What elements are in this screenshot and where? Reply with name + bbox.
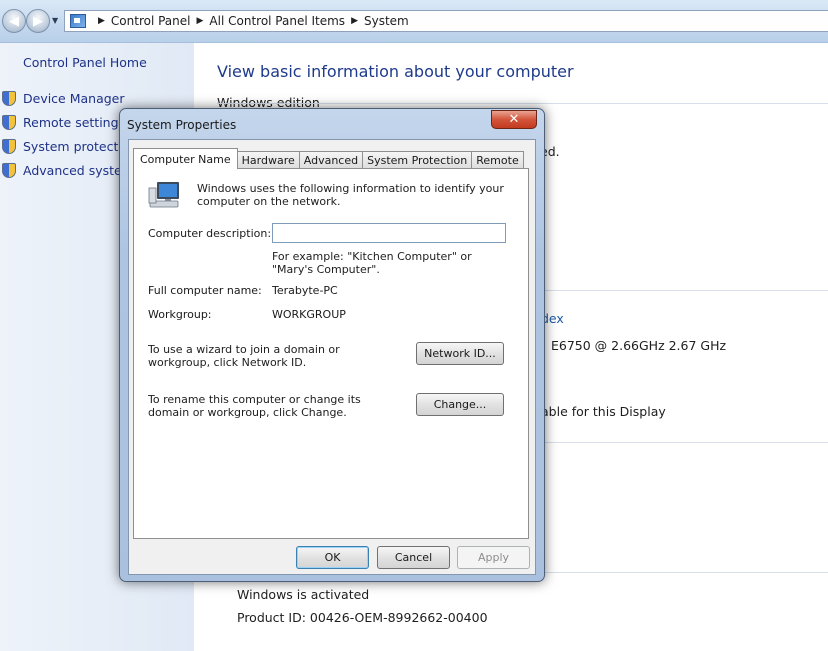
breadcrumb-separator-icon[interactable]: ▶ (98, 16, 105, 26)
full-computer-name-value: Terabyte-PC (272, 284, 338, 297)
full-computer-name-label: Full computer name: (148, 284, 262, 297)
tab-strip: Computer Name Hardware Advanced System P… (133, 148, 524, 169)
intro-text: Windows uses the following information t… (197, 182, 504, 208)
breadcrumb-system[interactable]: System (364, 14, 409, 28)
back-button[interactable]: ◀ (2, 9, 26, 33)
rename-text: To rename this computer or change its do… (148, 393, 361, 419)
network-id-text: To use a wizard to join a domain or work… (148, 343, 340, 369)
breadcrumb-control-panel[interactable]: Control Panel (111, 14, 191, 28)
nav-item-label: Advanced system (23, 163, 134, 178)
change-button[interactable]: Change... (416, 393, 504, 416)
dialog-title: System Properties (127, 118, 237, 132)
pen-touch-value: able for this Display (541, 404, 666, 419)
computer-name-panel: Windows uses the following information t… (133, 168, 529, 539)
forward-button[interactable]: ▶ (26, 9, 50, 33)
control-panel-home-link[interactable]: Control Panel Home (23, 55, 147, 70)
workgroup-value: WORKGROUP (272, 308, 346, 321)
dialog-client-area: Computer Name Hardware Advanced System P… (128, 139, 536, 575)
breadcrumb-separator-icon[interactable]: ▶ (351, 16, 358, 26)
recent-pages-dropdown-icon[interactable]: ▼ (52, 16, 58, 25)
breadcrumb-all-items[interactable]: All Control Panel Items (209, 14, 345, 28)
tab-advanced[interactable]: Advanced (298, 151, 364, 169)
divider (217, 103, 828, 104)
uac-shield-icon (2, 115, 16, 130)
close-icon: ✕ (508, 112, 520, 127)
nav-advanced-system[interactable]: Advanced system (0, 163, 134, 178)
nav-system-protection[interactable]: System protection (0, 139, 137, 154)
address-bar: ◀ ▶ ▼ ▶ Control Panel ▶ All Control Pane… (0, 0, 828, 43)
cancel-button[interactable]: Cancel (377, 546, 450, 569)
network-id-button[interactable]: Network ID... (416, 342, 504, 365)
computer-network-icon (148, 182, 179, 208)
breadcrumb-separator-icon[interactable]: ▶ (197, 16, 204, 26)
uac-shield-icon (2, 91, 16, 106)
description-example: For example: "Kitchen Computer" or "Mary… (272, 250, 472, 276)
product-id: Product ID: 00426-OEM-8992662-00400 (237, 610, 488, 625)
computer-description-input[interactable] (272, 223, 506, 243)
processor-value: E6750 @ 2.66GHz 2.67 GHz (551, 338, 727, 353)
back-arrow-icon: ◀ (9, 13, 19, 29)
tab-hardware[interactable]: Hardware (236, 151, 300, 169)
activation-status: Windows is activated (237, 587, 370, 602)
apply-button[interactable]: Apply (457, 546, 530, 569)
forward-arrow-icon: ▶ (33, 13, 43, 29)
tab-system-protection[interactable]: System Protection (362, 151, 473, 169)
nav-device-manager[interactable]: Device Manager (0, 91, 125, 106)
tab-remote[interactable]: Remote (471, 151, 524, 169)
control-panel-icon (70, 14, 86, 28)
ok-button[interactable]: OK (296, 546, 369, 569)
computer-description-label: Computer description: (148, 227, 272, 240)
workgroup-label: Workgroup: (148, 308, 212, 321)
system-properties-dialog: System Properties ✕ Computer Name Hardwa… (119, 108, 545, 582)
nav-item-label: Remote settings (23, 115, 126, 130)
nav-item-label: Device Manager (23, 91, 125, 106)
close-button[interactable]: ✕ (491, 110, 537, 129)
breadcrumb[interactable]: ▶ Control Panel ▶ All Control Panel Item… (64, 10, 828, 32)
uac-shield-icon (2, 139, 16, 154)
page-title: View basic information about your comput… (217, 62, 574, 81)
nav-remote-settings[interactable]: Remote settings (0, 115, 125, 130)
uac-shield-icon (2, 163, 16, 178)
tab-computer-name[interactable]: Computer Name (133, 148, 238, 169)
